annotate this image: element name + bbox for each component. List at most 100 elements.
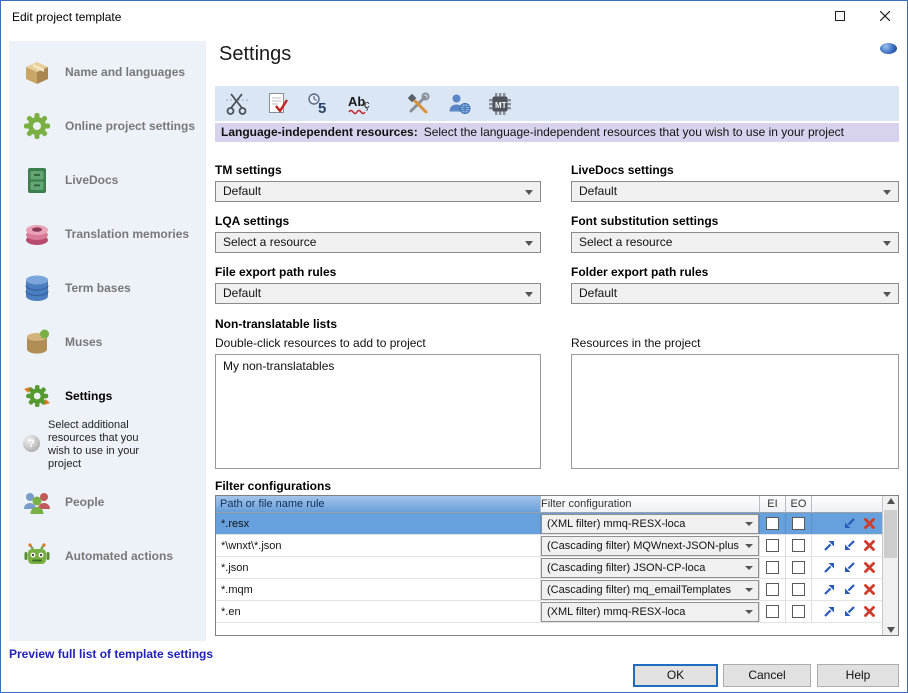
table-row[interactable]: *.en (XML filter) mmq-RESX-loca [216,601,898,623]
rule-cell[interactable]: *.mqm [216,579,541,600]
filter-config-select[interactable]: (XML filter) mmq-RESX-loca [541,514,759,534]
folder-export-path-select[interactable]: Default [571,283,899,304]
move-down-icon[interactable] [842,517,856,531]
table-row[interactable]: *\wnxt\*.json (Cascading filter) MQWnext… [216,535,898,557]
sidebar-item-settings[interactable]: Settings [9,369,206,423]
sidebar-item-term-bases[interactable]: Term bases [9,261,206,315]
scrollbar-thumb[interactable] [884,510,897,558]
field-lqa-settings: LQA settings Select a resource [215,212,541,253]
cancel-button[interactable]: Cancel [723,664,811,687]
ok-button[interactable]: OK [633,664,718,687]
move-down-icon[interactable] [842,583,856,597]
delete-icon[interactable] [862,539,876,553]
table-row[interactable]: *.resx (XML filter) mmq-RESX-loca [216,513,898,535]
project-resources-list[interactable] [571,354,899,469]
delete-icon[interactable] [862,583,876,597]
livedocs-settings-select[interactable]: Default [571,181,899,202]
sidebar-item-label: LiveDocs [65,173,118,187]
column-header-ei[interactable]: EI [760,496,786,513]
project-resources-label: Resources in the project [571,336,700,350]
edit-project-template-dialog: Edit project template Name and languages… [0,0,908,693]
file-export-path-select[interactable]: Default [215,283,541,304]
sidebar-item-name-and-languages[interactable]: Name and languages [9,45,206,99]
scroll-down-icon[interactable] [887,627,895,633]
preview-template-settings-link[interactable]: Preview full list of template settings [9,647,213,661]
table-row[interactable]: *.mqm (Cascading filter) mq_emailTemplat… [216,579,898,601]
list-item[interactable]: My non-translatables [216,358,540,374]
filter-configurations-label: Filter configurations [215,479,331,493]
titlebar: Edit project template [1,1,907,32]
gear-icon [19,108,55,144]
ei-checkbox[interactable] [766,561,779,574]
close-icon [880,11,890,21]
available-resources-list[interactable]: My non-translatables [215,354,541,469]
sidebar-item-people[interactable]: People [9,475,206,529]
chevron-down-icon [883,190,891,195]
eo-checkbox[interactable] [792,517,805,530]
column-header-actions [812,496,882,513]
sidebar-item-label: People [65,495,104,509]
machine-translation-icon[interactable]: MT [484,89,516,118]
filter-config-select[interactable]: (XML filter) mmq-RESX-loca [541,602,759,622]
column-header-eo[interactable]: EO [786,496,812,513]
move-down-icon[interactable] [842,605,856,619]
sidebar-item-translation-memories[interactable]: Translation memories [9,207,206,261]
people-icon [19,484,55,520]
sidebar-item-label: Muses [65,335,102,349]
move-up-icon[interactable] [822,539,836,553]
window-title: Edit project template [1,10,121,24]
svg-text:ç: ç [364,99,370,111]
move-up-icon[interactable] [822,605,836,619]
cut-icon[interactable] [221,89,253,118]
eo-checkbox[interactable] [792,539,805,552]
column-header-rule[interactable]: Path or file name rule [216,496,541,513]
delete-icon[interactable] [862,517,876,531]
filter-config-select[interactable]: (Cascading filter) JSON-CP-loca [541,558,759,578]
ei-checkbox[interactable] [766,517,779,530]
filter-config-select[interactable]: (Cascading filter) mq_emailTemplates [541,580,759,600]
eo-checkbox[interactable] [792,561,805,574]
column-header-filter-configuration[interactable]: Filter configuration [541,496,760,513]
chevron-down-icon [745,588,753,592]
settings-form: TM settings Default LiveDocs settings De… [215,161,899,304]
delete-icon[interactable] [862,605,876,619]
sidebar-item-automated-actions[interactable]: Automated actions [9,529,206,583]
table-scrollbar[interactable] [882,496,898,635]
help-button[interactable]: Help [817,664,899,687]
table-row[interactable]: *.json (Cascading filter) JSON-CP-loca [216,557,898,579]
eo-checkbox[interactable] [792,605,805,618]
filter-config-select[interactable]: (Cascading filter) MQWnext-JSON-plus [541,536,759,556]
chevron-down-icon [745,610,753,614]
scroll-up-icon[interactable] [887,498,895,504]
maximize-button[interactable] [817,1,862,31]
rule-cell[interactable]: *.resx [216,513,541,534]
tools-icon[interactable] [402,89,434,118]
close-button[interactable] [862,1,907,31]
spellcheck-icon[interactable]: Abç [344,89,376,118]
rule-cell[interactable]: *\wnxt\*.json [216,535,541,556]
move-up-icon[interactable] [822,561,836,575]
rule-cell[interactable]: *.json [216,557,541,578]
user-globe-icon[interactable] [443,89,475,118]
chevron-down-icon [525,292,533,297]
qa-document-icon[interactable] [262,89,294,118]
move-up-icon[interactable] [822,583,836,597]
delete-icon[interactable] [862,561,876,575]
sidebar-item-livedocs[interactable]: LiveDocs [9,153,206,207]
sidebar-item-muses[interactable]: Muses [9,315,206,369]
timer-5-icon[interactable]: 5 [303,89,335,118]
move-down-icon[interactable] [842,539,856,553]
tm-settings-select[interactable]: Default [215,181,541,202]
ei-checkbox[interactable] [766,583,779,596]
ei-checkbox[interactable] [766,605,779,618]
rule-cell[interactable]: *.en [216,601,541,622]
font-substitution-select[interactable]: Select a resource [571,232,899,253]
chevron-down-icon [745,544,753,548]
eo-checkbox[interactable] [792,583,805,596]
lqa-settings-select[interactable]: Select a resource [215,232,541,253]
sidebar-item-online-project-settings[interactable]: Online project settings [9,99,206,153]
ei-checkbox[interactable] [766,539,779,552]
move-down-icon[interactable] [842,561,856,575]
chevron-down-icon [525,190,533,195]
chevron-down-icon [883,292,891,297]
